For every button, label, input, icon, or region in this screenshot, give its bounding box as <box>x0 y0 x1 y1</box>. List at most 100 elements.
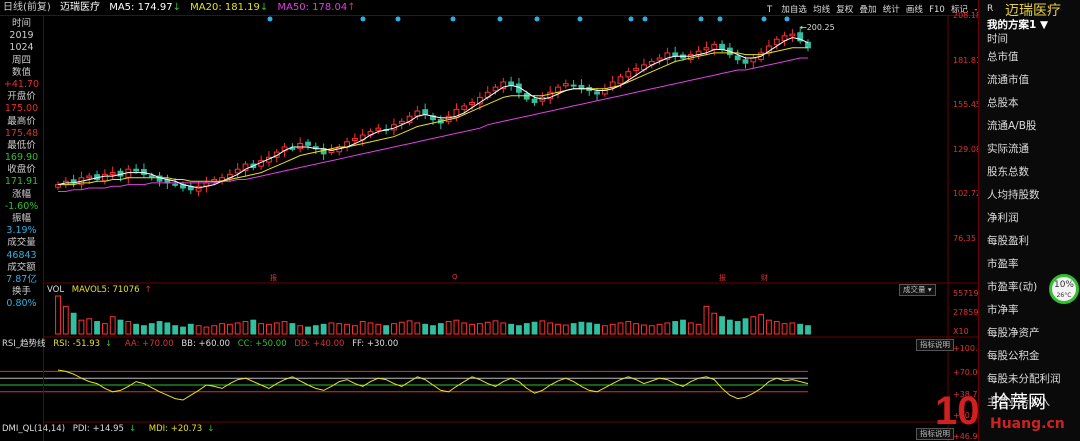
candle-body <box>789 33 796 37</box>
volume-bar <box>523 323 530 335</box>
candle-body <box>719 43 725 50</box>
signal-dot <box>360 16 366 22</box>
rsi-group <box>0 369 809 401</box>
candles-group <box>55 26 811 197</box>
volume-bar <box>320 323 327 335</box>
sidebar-info-item: 成交额 <box>7 261 36 273</box>
volume-bar <box>391 323 397 335</box>
volume-bar <box>500 322 507 335</box>
toolbar-button-f10[interactable]: F10 <box>929 5 945 15</box>
toolbar-button-t[interactable]: T <box>767 5 772 15</box>
toolbar-button-stats[interactable]: 统计 <box>883 5 900 15</box>
field-item[interactable]: 每股公积金 <box>979 345 1080 368</box>
toolbar-button-ma[interactable]: 均线 <box>813 5 830 15</box>
field-item[interactable]: 总市值 <box>979 46 1080 69</box>
volume-bar <box>773 321 780 335</box>
volume-bar <box>242 321 249 335</box>
rsi-ff-value: FF: +30.00 <box>352 339 399 349</box>
dmi-title[interactable]: DMI_QL(14,14) <box>2 424 65 434</box>
ma50-label: MA50: 178.04↑ <box>277 2 356 13</box>
candle-body <box>492 86 499 92</box>
field-item[interactable]: 市盈率 <box>979 253 1080 276</box>
field-item[interactable]: 股东总数 <box>979 161 1080 184</box>
volume-bar <box>719 316 725 335</box>
signal-dot <box>628 16 634 22</box>
volume-bar <box>672 321 679 335</box>
volume-bar <box>336 323 343 335</box>
signal-dot <box>577 16 583 22</box>
dropdown-arrow-icon: ▼ <box>1039 19 1049 31</box>
event-marker[interactable]: 报 <box>719 273 726 283</box>
sidebar-info-item: 数值 <box>11 66 31 78</box>
kline-chart-svg[interactable] <box>0 0 978 441</box>
ma5-label: MA5: 174.97↓ <box>109 2 181 13</box>
r-label[interactable]: R <box>987 4 993 14</box>
event-marker[interactable]: Q <box>452 273 458 281</box>
signal-dot <box>450 16 456 22</box>
field-item[interactable]: 实际流通 <box>979 138 1080 161</box>
toolbar-button-adjust[interactable]: 复权 <box>836 5 853 15</box>
volume-bar <box>148 323 155 335</box>
event-marker[interactable]: 报 <box>270 273 277 283</box>
sidebar-info-item: 周四 <box>11 54 31 66</box>
candle-body <box>594 91 600 95</box>
sidebar-info-item: 最低价 <box>7 139 36 151</box>
volume-bar <box>109 316 116 335</box>
rsi-title[interactable]: RSI_趋势线 <box>2 339 46 349</box>
volume-bar <box>156 321 163 335</box>
field-item[interactable]: 流通市值 <box>979 69 1080 92</box>
field-item[interactable]: 流通A/B股 <box>979 115 1080 138</box>
signal-dot <box>395 16 401 22</box>
period-label[interactable]: 日线(前复) <box>3 2 51 13</box>
field-item[interactable]: 每股净资产 <box>979 322 1080 345</box>
price-axis-label: 181.81 <box>953 56 981 65</box>
volume-bar <box>406 320 413 335</box>
dmi-pdi-value: PDI: +14.95 ↓ <box>72 424 137 434</box>
field-item[interactable]: 人均持股数 <box>979 184 1080 207</box>
candle-body <box>289 147 296 150</box>
volume-bar <box>289 323 296 335</box>
volume-bar <box>133 323 140 335</box>
volume-bar <box>94 321 100 335</box>
volume-bar <box>383 325 390 335</box>
chart-area[interactable] <box>0 0 978 441</box>
volume-bar <box>430 325 436 335</box>
field-item[interactable]: 每股未分配利润 <box>979 368 1080 391</box>
quote-info-sidebar: 时间 2019 1024 周四 数值 +41.70 开盘价 175.00 最高价 175.48 最低… <box>0 16 44 441</box>
plan-selector[interactable]: 我的方案1 ▼ <box>979 18 1080 32</box>
volume-bar <box>516 325 522 335</box>
signal-dot <box>534 16 540 22</box>
signal-dot <box>784 16 790 22</box>
volume-bar <box>484 321 491 335</box>
volume-bar <box>758 314 765 335</box>
field-item[interactable]: 每股盈利 <box>979 230 1080 253</box>
volume-bar <box>711 312 718 335</box>
volume-bar <box>422 323 429 335</box>
volume-bar <box>195 325 202 335</box>
signal-dot <box>497 16 503 22</box>
volume-bar <box>797 323 804 335</box>
candle-body <box>398 120 405 124</box>
toolbar-button-overlay[interactable]: 叠加 <box>860 5 877 15</box>
sidebar-info-item: 最高价 <box>7 115 36 127</box>
event-marker[interactable]: 财 <box>761 273 768 283</box>
sidebar-info-item: 收盘价 <box>7 164 36 176</box>
toolbar-button-add-watchlist[interactable]: 加自选 <box>781 5 807 15</box>
field-item[interactable]: 净利润 <box>979 207 1080 230</box>
volume-bar <box>281 321 288 335</box>
volume-bar <box>726 319 733 335</box>
signal-dot <box>642 16 648 22</box>
volume-bar <box>297 325 304 335</box>
rsi-description-button[interactable]: 指标说明 <box>916 339 954 351</box>
volume-bar <box>312 325 319 335</box>
signal-dots-group <box>267 16 790 22</box>
candle-body <box>109 172 116 175</box>
toolbar-button-draw[interactable]: 画线 <box>906 5 923 15</box>
volume-label: VOL <box>47 285 65 295</box>
volume-axis-label: 55719 <box>953 289 979 298</box>
volume-type-dropdown[interactable]: 成交量 ▾ <box>899 284 936 296</box>
field-item[interactable]: 时间 <box>979 32 1080 46</box>
gauge-widget[interactable]: 10% 26°C <box>1049 274 1079 304</box>
signal-dot <box>698 16 704 22</box>
field-item[interactable]: 总股本 <box>979 92 1080 115</box>
